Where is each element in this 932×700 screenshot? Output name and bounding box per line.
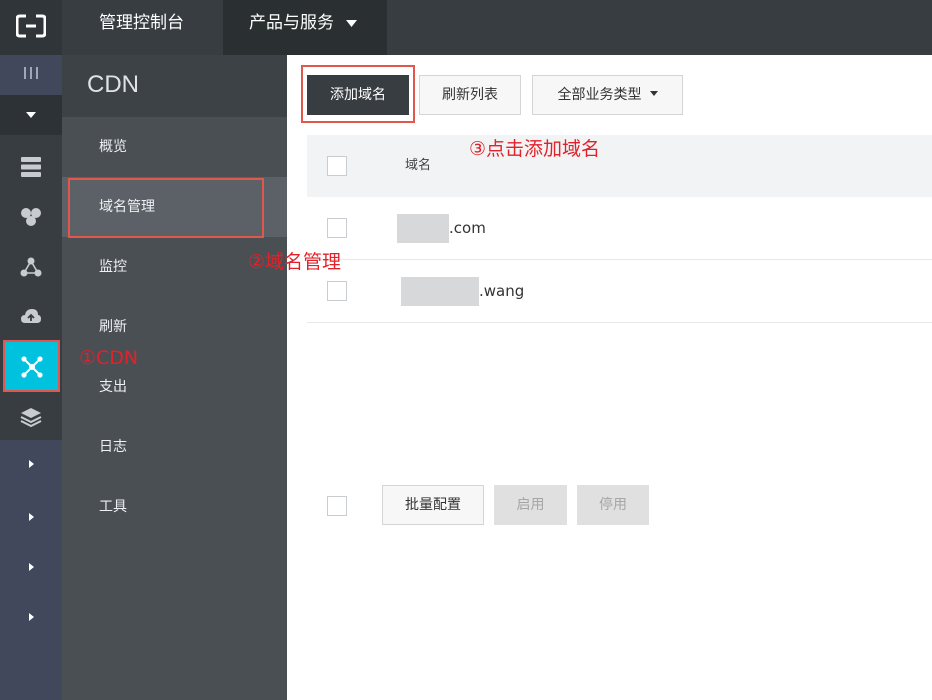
row-checkbox[interactable] xyxy=(327,218,347,238)
select-all-checkbox[interactable] xyxy=(327,156,347,176)
batch-config-button[interactable]: 批量配置 xyxy=(382,485,484,525)
annotation-step-1: ①CDN xyxy=(79,347,139,369)
business-type-dropdown[interactable]: 全部业务类型 xyxy=(532,75,683,115)
row-checkbox[interactable] xyxy=(327,281,347,301)
redacted-domain xyxy=(397,214,449,243)
server-icon xyxy=(21,157,41,177)
caret-down-icon xyxy=(26,112,36,118)
console-link[interactable]: 管理控制台 xyxy=(99,0,184,55)
sidebar-item-overview[interactable]: 概览 xyxy=(62,117,287,177)
chevron-right-icon xyxy=(29,460,34,468)
icon-rail xyxy=(0,55,62,700)
disable-button[interactable]: 停用 xyxy=(577,485,649,525)
sidebar-item-logs[interactable]: 日志 xyxy=(62,417,287,477)
sidebar-item-tools[interactable]: 工具 xyxy=(62,477,287,537)
rail-item-storage[interactable] xyxy=(0,392,62,442)
rail-lower-group xyxy=(0,440,62,700)
rail-expand-4[interactable] xyxy=(0,593,62,643)
column-header-domain: 域名 xyxy=(405,158,432,173)
sidebar-title: CDN xyxy=(62,55,287,117)
caret-down-icon xyxy=(346,20,357,27)
enable-button[interactable]: 启用 xyxy=(494,485,567,525)
annotation-step-2: ②域名管理 xyxy=(248,251,342,273)
aliyun-logo-icon xyxy=(16,14,46,38)
chevron-right-icon xyxy=(29,563,34,571)
rail-item-cluster[interactable] xyxy=(0,192,62,242)
chevron-right-icon xyxy=(29,613,34,621)
products-services-menu[interactable]: 产品与服务 xyxy=(223,0,387,55)
main-content: 添加域名 刷新列表 全部业务类型 域名 .com .wang 批量配置 启用 停… xyxy=(287,55,932,700)
cdn-icon xyxy=(21,356,43,378)
redacted-domain xyxy=(401,277,479,306)
layers-icon xyxy=(20,408,42,428)
products-services-label: 产品与服务 xyxy=(249,13,334,33)
table-row: .wang xyxy=(307,260,932,323)
rail-expand-1[interactable] xyxy=(0,440,62,490)
top-bar: 管理控制台 产品与服务 xyxy=(0,0,932,55)
rail-item-ecs[interactable] xyxy=(0,142,62,192)
chevron-right-icon xyxy=(29,513,34,521)
refresh-list-button[interactable]: 刷新列表 xyxy=(419,75,521,115)
rail-expand-2[interactable] xyxy=(0,493,62,543)
domain-suffix[interactable]: .wang xyxy=(479,277,524,305)
rail-item-cloud[interactable] xyxy=(0,292,62,342)
cluster-icon xyxy=(21,208,41,226)
annotation-highlight-domain-management xyxy=(68,178,264,238)
footer-select-all-checkbox[interactable] xyxy=(327,496,347,516)
cdn-sidebar: CDN 概览 域名管理 监控 刷新 支出 日志 工具 xyxy=(62,55,287,700)
rail-item-cdn[interactable] xyxy=(3,340,60,392)
table-row: .com xyxy=(307,197,932,260)
rail-item-network[interactable] xyxy=(0,242,62,292)
caret-down-icon xyxy=(649,91,658,96)
table-header: 域名 xyxy=(307,135,932,197)
annotation-step-3: ③点击添加域名 xyxy=(469,138,601,160)
rail-expand-3[interactable] xyxy=(0,543,62,593)
menu-bars-icon xyxy=(24,67,38,79)
add-domain-button[interactable]: 添加域名 xyxy=(307,75,409,115)
rail-toggle[interactable] xyxy=(0,55,62,95)
cloud-icon xyxy=(21,309,41,323)
network-icon xyxy=(20,257,42,277)
rail-dropdown[interactable] xyxy=(0,95,62,135)
logo[interactable] xyxy=(0,0,62,55)
business-type-label: 全部业务类型 xyxy=(557,87,642,103)
domain-suffix[interactable]: .com xyxy=(449,214,486,242)
